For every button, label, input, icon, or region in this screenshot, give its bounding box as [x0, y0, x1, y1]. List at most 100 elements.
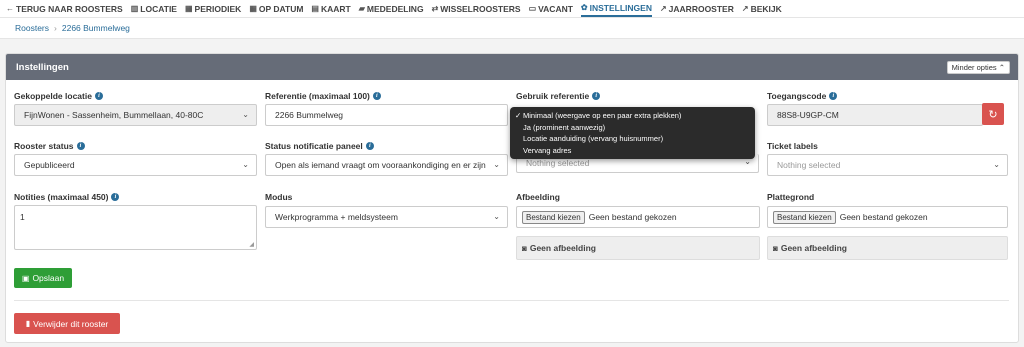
calendar-date-icon: ▦	[249, 4, 257, 13]
input-value: 88S8-U9GP-CM	[777, 110, 839, 120]
dropdown-option-ja[interactable]: Ja (prominent aanwezig)	[510, 122, 755, 134]
trash-icon: ▮	[25, 319, 31, 328]
choose-file-button[interactable]: Bestand kiezen	[522, 210, 585, 224]
arrow-left-icon: ←	[6, 4, 14, 13]
label-text: Afbeelding	[516, 192, 560, 202]
reference-input[interactable]: 2266 Bummelweg	[265, 104, 508, 126]
info-icon[interactable]: i	[76, 142, 85, 150]
divider	[14, 300, 1009, 301]
nav-label: JAARROOSTER	[668, 3, 734, 14]
info-icon[interactable]: i	[372, 92, 381, 100]
info-icon[interactable]: i	[94, 92, 103, 100]
nav-label: INSTELLINGEN	[589, 2, 652, 13]
info-icon[interactable]: i	[111, 193, 120, 201]
resize-grip-icon[interactable]: ◢	[249, 241, 254, 248]
chevron-down-icon: ⌄	[493, 160, 500, 169]
choose-file-button[interactable]: Bestand kiezen	[773, 210, 836, 224]
top-navigation: ← TERUG NAAR ROOSTERS ▥ LOCATIE ▦ PERIODIEK…	[0, 0, 1024, 17]
chevron-down-icon: ⌄	[493, 212, 500, 221]
status-select[interactable]: Gepubliceerd ⌄	[14, 154, 257, 176]
calendar-icon: ▦	[184, 4, 193, 13]
label-text: Referentie (maximaal 100)	[265, 91, 370, 101]
fewer-options-button[interactable]: Minder opties ⌃	[946, 61, 1010, 74]
access-code-input: 88S8-U9GP-CM	[767, 104, 983, 126]
delete-rooster-button[interactable]: ▮ Verwijder dit rooster	[14, 313, 120, 334]
info-icon[interactable]: i	[365, 142, 374, 150]
notes-textarea[interactable]: 1 ◢	[14, 205, 257, 250]
breadcrumb-current-link[interactable]: 2266 Bummelweg	[62, 23, 130, 33]
linked-location-select[interactable]: FijnWonen - Sassenheim, Bummellaan, 40-8…	[14, 104, 257, 126]
mode-label: Modus	[265, 192, 292, 202]
no-image-text: Geen afbeelding	[780, 243, 847, 253]
save-button[interactable]: ▣ Opslaan	[14, 268, 72, 288]
reference-label: Referentie (maximaal 100) i	[265, 91, 381, 101]
label-text: Toegangscode	[767, 91, 827, 101]
nav-op-datum[interactable]: ▦ OP DATUM	[249, 0, 303, 17]
label-text: Modus	[265, 192, 293, 202]
nav-label: BEKIJK	[750, 3, 782, 14]
select-value: Open als iemand vraagt om vooraankondigi…	[275, 160, 486, 170]
nav-periodiek[interactable]: ▦ PERIODIEK	[185, 0, 241, 17]
floorplan-preview-empty: ◙ Geen afbeelding	[767, 236, 1008, 260]
label-text: Status notificatie paneel	[265, 141, 363, 151]
ticket-labels-select[interactable]: Nothing selected ⌄	[767, 154, 1008, 176]
dropdown-option-locatie-aanduiding[interactable]: Locatie aanduiding (vervang huisnummer)	[510, 133, 755, 145]
external-link-icon: ↗	[659, 4, 667, 13]
option-label: Vervang adres	[523, 145, 572, 155]
nav-jaarrooster[interactable]: ↗ JAARROOSTER	[660, 0, 734, 17]
refresh-icon: ↻	[988, 108, 998, 121]
refresh-access-code-button[interactable]: ↻	[982, 103, 1004, 125]
building-icon: ▥	[130, 4, 139, 13]
file-status: Geen bestand gekozen	[839, 212, 928, 222]
nav-label: KAART	[320, 3, 351, 14]
nav-mededeling[interactable]: ▰ MEDEDELING	[359, 0, 424, 17]
option-label: Ja (prominent aanwezig)	[523, 122, 606, 132]
label-text: Notities (maximaal 450)	[14, 192, 109, 202]
checkmark-icon: ✓	[515, 111, 522, 120]
nav-label: VACANT	[538, 3, 573, 14]
info-icon[interactable]: i	[829, 92, 838, 100]
floorplan-file-input[interactable]: Bestand kiezen Geen bestand gekozen	[767, 206, 1008, 228]
floppy-disk-icon: ▣	[21, 273, 30, 283]
nav-label: PERIODIEK	[194, 3, 242, 14]
notes-label: Notities (maximaal 450) i	[14, 192, 120, 202]
chevron-down-icon: ⌄	[993, 160, 1000, 169]
textarea-value: 1	[20, 212, 25, 222]
option-label: Minimaal (weergave op een paar extra ple…	[523, 111, 682, 120]
nav-vacant[interactable]: ▭ VACANT	[529, 0, 573, 17]
label-text: Rooster status	[14, 141, 74, 151]
option-label: Locatie aanduiding (vervang huisnummer)	[523, 134, 664, 143]
nav-instellingen[interactable]: ✿ INSTELLINGEN	[580, 0, 652, 17]
camera-icon: ◙	[773, 243, 778, 253]
select-value: Gepubliceerd	[24, 160, 75, 170]
use-reference-label: Gebruik referentie i	[516, 91, 601, 101]
label-text: Plattegrond	[767, 192, 815, 202]
select-value: Nothing selected	[526, 158, 590, 168]
info-icon[interactable]: i	[592, 92, 601, 100]
nav-wisselroosters[interactable]: ⇄ WISSELROOSTERS	[432, 0, 521, 17]
select-value: FijnWonen - Sassenheim, Bummellaan, 40-8…	[24, 110, 204, 120]
breadcrumb-separator: ›	[54, 23, 57, 33]
nav-back-to-roosters[interactable]: ← TERUG NAAR ROOSTERS	[6, 0, 123, 17]
dropdown-option-vervang-adres[interactable]: Vervang adres	[510, 145, 755, 157]
vacant-icon: ▭	[528, 4, 537, 13]
breadcrumb-roosters-link[interactable]: Roosters	[15, 23, 49, 33]
select-placeholder: Nothing selected	[777, 160, 841, 170]
nav-label: WISSELROOSTERS	[440, 3, 521, 14]
image-file-input[interactable]: Bestand kiezen Geen bestand gekozen	[516, 206, 760, 228]
nav-label: OP DATUM	[258, 3, 304, 14]
nav-kaart[interactable]: ▤ KAART	[311, 0, 350, 17]
floorplan-label: Plattegrond	[767, 192, 814, 202]
file-status: Geen bestand gekozen	[588, 212, 677, 222]
nav-label: TERUG NAAR ROOSTERS	[16, 3, 123, 14]
nav-bekijk[interactable]: ↗ BEKIJK	[742, 0, 782, 17]
nav-label: MEDEDELING	[366, 3, 424, 14]
swap-icon: ⇄	[431, 4, 439, 13]
label-text: Gebruik referentie	[516, 91, 590, 101]
panel-header: Instellingen Minder opties ⌃	[6, 54, 1018, 80]
dropdown-option-minimaal[interactable]: ✓ Minimaal (weergave op een paar extra pl…	[510, 110, 755, 122]
nav-locatie[interactable]: ▥ LOCATIE	[131, 0, 177, 17]
mode-select[interactable]: Werkprogramma + meldsysteem ⌄	[265, 206, 508, 228]
notification-panel-select[interactable]: Open als iemand vraagt om vooraankondigi…	[265, 154, 508, 176]
use-reference-dropdown-menu: ✓ Minimaal (weergave op een paar extra pl…	[510, 107, 755, 159]
